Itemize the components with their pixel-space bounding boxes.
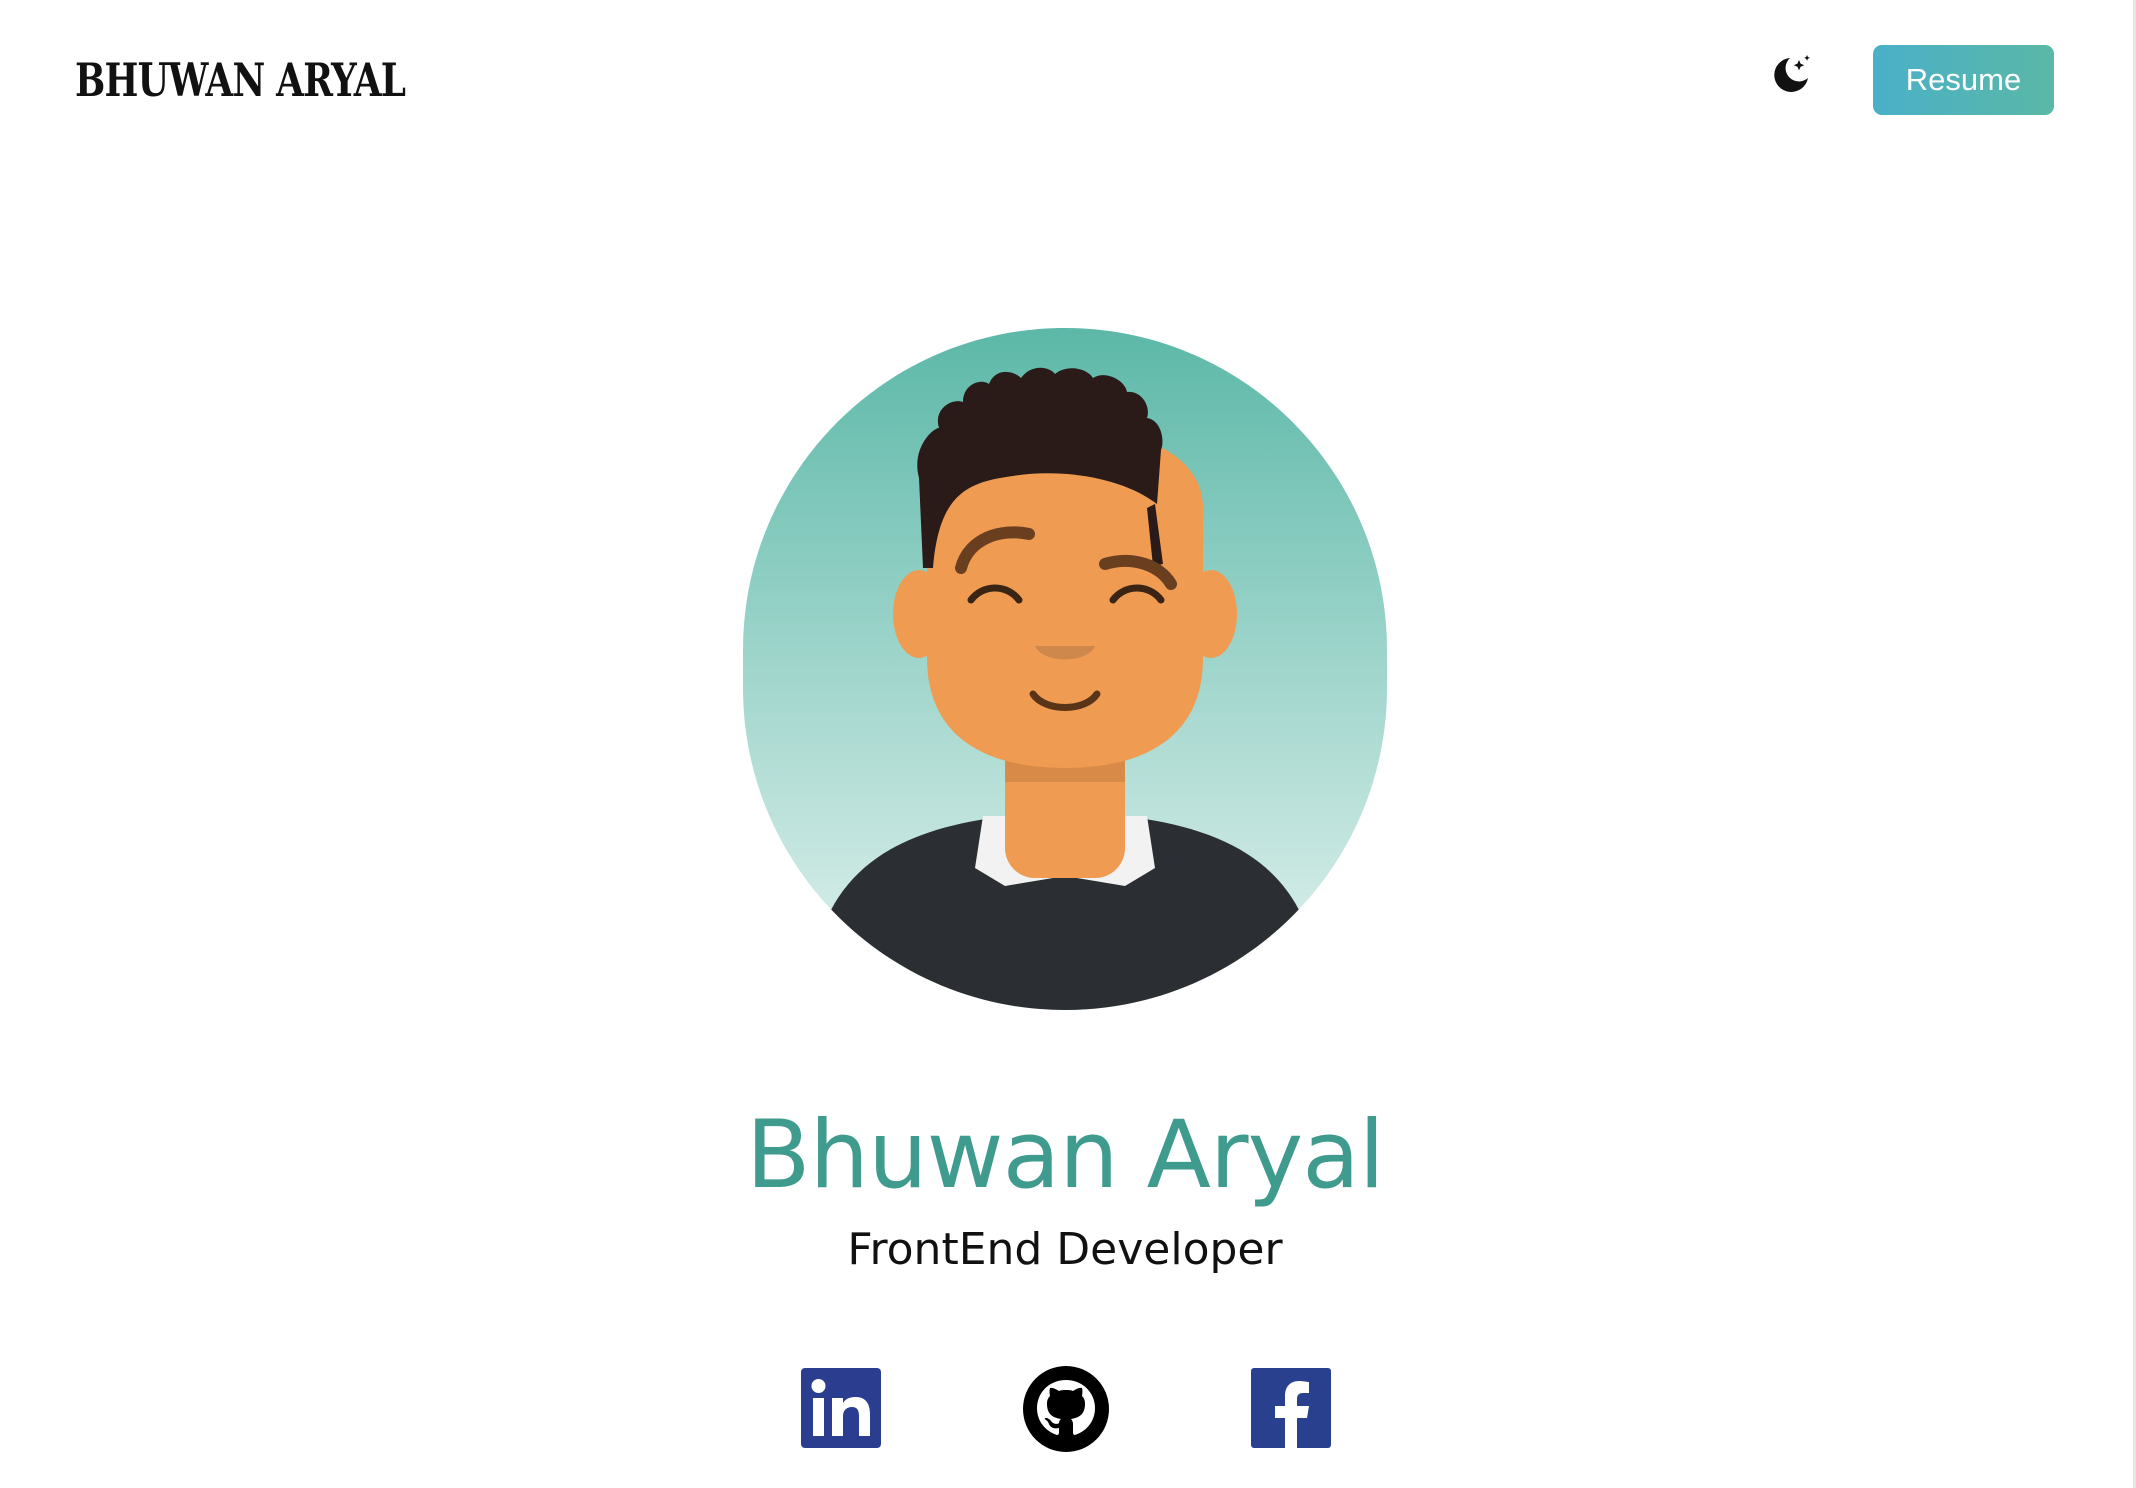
avatar [743,328,1387,1010]
linkedin-link[interactable] [801,1368,881,1448]
hero-name: Bhuwan Aryal [746,1101,1385,1210]
github-link[interactable] [1023,1366,1109,1452]
theme-toggle-button[interactable] [1770,52,1814,96]
page: Bhuwan Aryal Resume [0,0,2136,1488]
site-logo[interactable]: Bhuwan Aryal [75,50,406,110]
linkedin-icon [801,1368,881,1448]
facebook-icon [1251,1368,1331,1448]
github-icon [1023,1366,1109,1452]
resume-button[interactable]: Resume [1873,45,2054,115]
avatar-illustration [743,328,1387,1010]
hero-title: FrontEnd Developer [847,1224,1283,1275]
moon-stars-icon [1774,55,1810,92]
facebook-link[interactable] [1251,1368,1331,1448]
